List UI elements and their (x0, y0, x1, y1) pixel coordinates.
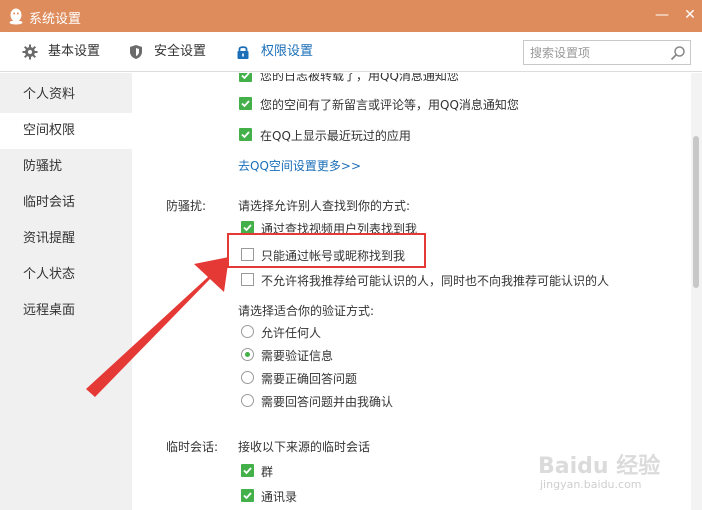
section-label-temp-chat: 临时会话: (166, 440, 219, 454)
tab-label: 安全设置 (154, 44, 207, 59)
check-icon (241, 73, 250, 80)
title-bar: 系统设置 — ✕ (0, 0, 702, 32)
search-box[interactable] (523, 40, 691, 65)
sidebar-item-temp-chat[interactable]: 临时会话 (0, 185, 132, 221)
option-label: 需要正确回答问题 (261, 372, 358, 386)
find-method-prompt: 请选择允许别人查找到你的方式: (238, 199, 411, 213)
checkbox-recent-apps[interactable] (239, 128, 252, 141)
checkbox-blog-reprint[interactable] (239, 73, 252, 82)
qzone-more-link[interactable]: 去QQ空间设置更多>> (238, 157, 361, 174)
temp-chat-prompt: 接收以下来源的临时会话 (238, 440, 371, 454)
shield-icon (130, 45, 142, 59)
tab-label: 权限设置 (261, 44, 314, 59)
option-label: 您的空间有了新留言或评论等，用QQ消息通知您 (260, 98, 519, 112)
window-title: 系统设置 (29, 12, 82, 27)
sidebar-item-anti-harassment[interactable]: 防骚扰 (0, 149, 132, 185)
check-icon (241, 131, 250, 139)
option-label: 您的日志被转载了，用QQ消息通知您 (260, 73, 459, 83)
check-icon (243, 492, 252, 500)
tab-basic-settings[interactable]: 基本设置 (22, 32, 112, 72)
option-label: 需要回答问题并由我确认 (261, 395, 394, 409)
search-icon[interactable] (670, 45, 686, 61)
tab-permission-settings[interactable]: 权限设置 (235, 32, 325, 72)
tab-security-settings[interactable]: 安全设置 (128, 32, 218, 72)
tab-label: 基本设置 (48, 44, 101, 59)
gear-icon (22, 44, 38, 60)
checkbox-find-by-account-only[interactable] (241, 248, 254, 261)
option-label: 通讯录 (261, 490, 298, 504)
radio-require-verify-info[interactable] (241, 348, 254, 361)
option-label: 在QQ上显示最近玩过的应用 (260, 129, 411, 143)
sidebar-item-personal-status[interactable]: 个人状态 (0, 257, 132, 293)
close-button[interactable]: ✕ (678, 4, 702, 26)
option-label: 不允许将我推荐给可能认识的人，同时也不向我推荐可能认识的人 (261, 274, 610, 288)
settings-content: 您的日志被转载了，用QQ消息通知您 您的空间有了新留言或评论等，用QQ消息通知您… (132, 73, 702, 510)
verify-method-prompt: 请选择适合你的验证方式: (238, 304, 375, 318)
sidebar: 个人资料 空间权限 防骚扰 临时会话 资讯提醒 个人状态 远程桌面 (0, 73, 132, 510)
radio-allow-anyone[interactable] (241, 325, 254, 338)
check-icon (243, 467, 252, 475)
sidebar-item-space-permission[interactable]: 空间权限 (0, 113, 132, 149)
option-label: 只能通过帐号或昵称找到我 (261, 249, 406, 263)
check-icon (241, 100, 250, 108)
radio-selected-dot (245, 352, 250, 357)
radio-answer-and-confirm[interactable] (241, 394, 254, 407)
sidebar-item-remote-desktop[interactable]: 远程桌面 (0, 293, 132, 329)
radio-require-correct-answer[interactable] (241, 371, 254, 384)
checkbox-address-book[interactable] (241, 489, 254, 502)
search-input[interactable] (530, 44, 660, 61)
check-icon (243, 224, 252, 232)
option-label: 群 (261, 465, 274, 479)
checkbox-group[interactable] (241, 464, 254, 477)
checkbox-find-video-list[interactable] (241, 221, 254, 234)
option-label: 需要验证信息 (261, 349, 334, 363)
minimize-button[interactable]: — (650, 4, 674, 26)
qq-penguin-icon (9, 8, 23, 25)
checkbox-no-recommend[interactable] (241, 273, 254, 286)
scrollbar-thumb[interactable] (693, 136, 699, 288)
option-label: 允许任何人 (261, 326, 322, 340)
section-label-harassment: 防骚扰: (166, 199, 207, 213)
sidebar-item-profile[interactable]: 个人资料 (0, 77, 132, 113)
sidebar-item-news-alert[interactable]: 资讯提醒 (0, 221, 132, 257)
option-label: 通过查找视频用户列表找到我 (261, 222, 418, 236)
checkbox-space-comment[interactable] (239, 97, 252, 110)
lock-icon (237, 46, 249, 59)
